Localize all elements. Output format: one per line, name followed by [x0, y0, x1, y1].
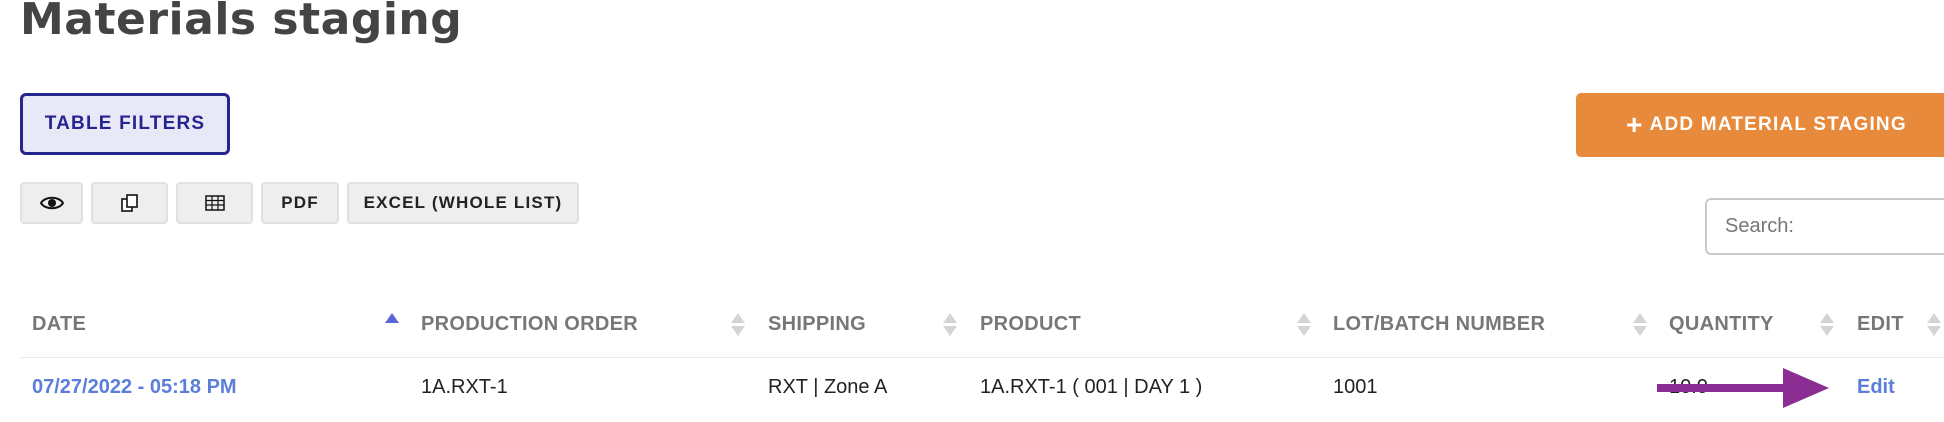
sort-icon[interactable] [1297, 312, 1311, 338]
column-header-edit[interactable]: EDIT [1857, 313, 1904, 336]
column-header-product[interactable]: PRODUCT [980, 313, 1081, 336]
row-shipping: RXT | Zone A [768, 376, 888, 398]
row-product: 1A.RXT-1 ( 001 | DAY 1 ) [980, 376, 1203, 398]
column-header-production-order[interactable]: PRODUCTION ORDER [421, 313, 638, 336]
row-date-link[interactable]: 07/27/2022 - 05:18 PM [32, 376, 237, 399]
copy-icon [120, 194, 138, 212]
sort-icon[interactable] [731, 312, 745, 338]
csv-button[interactable] [176, 182, 253, 224]
sort-icon[interactable] [1633, 312, 1647, 338]
page-title: Materials staging [20, 0, 463, 45]
sort-icon[interactable] [943, 312, 957, 338]
sort-icon[interactable] [1820, 312, 1834, 338]
annotation-arrow-icon [1657, 368, 1829, 408]
copy-button[interactable] [91, 182, 168, 224]
row-production-order: 1A.RXT-1 [421, 376, 508, 398]
column-visibility-button[interactable] [20, 182, 83, 224]
sort-icon[interactable] [385, 312, 399, 338]
search-input[interactable] [1705, 198, 1944, 255]
table-header-divider [20, 357, 1944, 358]
plus-icon: + [1626, 109, 1644, 140]
add-material-staging-label: ADD MATERIAL STAGING [1649, 114, 1907, 135]
eye-icon [39, 196, 64, 210]
excel-whole-list-button[interactable]: EXCEL (WHOLE LIST) [347, 182, 579, 224]
table-filters-button[interactable]: TABLE FILTERS [20, 93, 230, 155]
sort-icon[interactable] [1927, 312, 1941, 338]
column-header-lot-batch-number[interactable]: LOT/BATCH NUMBER [1333, 313, 1545, 336]
row-edit-link[interactable]: Edit [1857, 376, 1895, 399]
row-lot-batch-number: 1001 [1333, 376, 1378, 398]
add-material-staging-button[interactable]: + ADD MATERIAL STAGING [1576, 93, 1944, 157]
column-header-quantity[interactable]: QUANTITY [1669, 313, 1774, 336]
column-header-date[interactable]: DATE [32, 313, 86, 336]
table-icon [204, 195, 225, 211]
column-header-shipping[interactable]: SHIPPING [768, 313, 866, 336]
pdf-button[interactable]: PDF [261, 182, 339, 224]
